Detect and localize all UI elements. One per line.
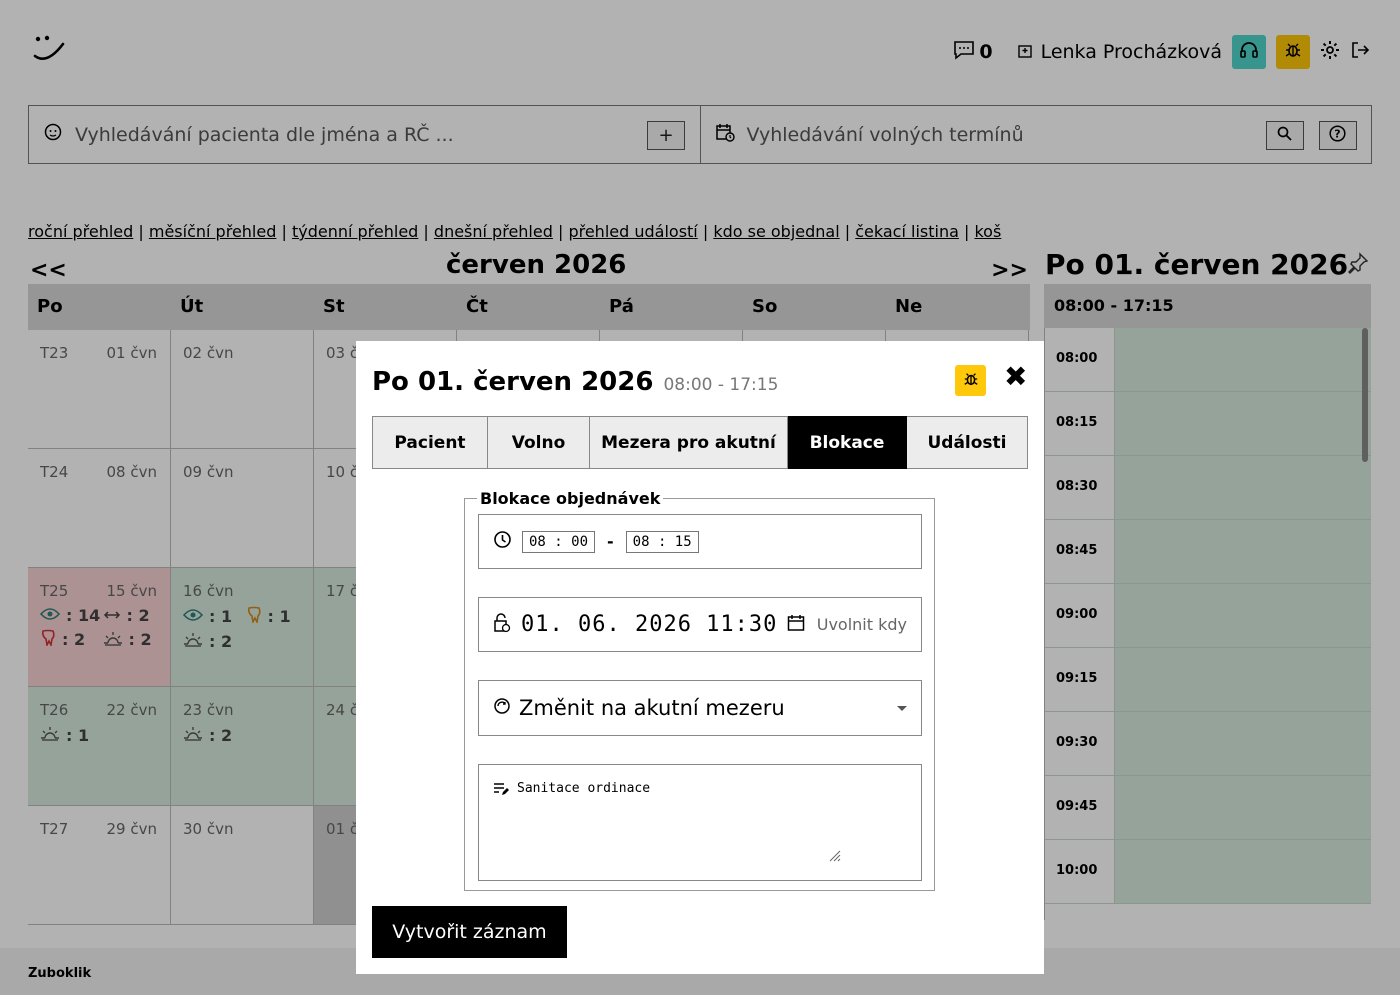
lock-clock-icon	[493, 612, 511, 637]
time-dash: -	[607, 532, 614, 551]
chevron-down-icon	[897, 705, 907, 711]
release-datetime-value[interactable]: 01. 06. 2026 11:30	[521, 612, 777, 637]
dialog-title: Po 01. červen 2026 08:00 - 17:15	[372, 367, 779, 397]
create-record-dialog: Po 01. červen 2026 08:00 - 17:15 ✖ Pacien…	[356, 341, 1044, 974]
clock-icon	[493, 530, 512, 553]
convert-select[interactable]: Změnit na akutní mezeru	[478, 680, 922, 736]
tab-free[interactable]: Volno	[488, 416, 590, 469]
tab-patient[interactable]: Pacient	[372, 416, 488, 469]
time-to-input[interactable]: 08 : 15	[625, 530, 699, 553]
calendar-icon[interactable]	[787, 614, 805, 636]
tab-block[interactable]: Blokace	[788, 416, 907, 469]
tab-acute-gap[interactable]: Mezera pro akutní	[590, 416, 788, 469]
time-range-field: 08 : 00 - 08 : 15	[478, 514, 922, 569]
resize-handle-icon[interactable]	[829, 847, 841, 866]
create-record-button[interactable]: Vytvořit záznam	[372, 906, 567, 958]
dialog-bug-button[interactable]	[955, 365, 986, 396]
convert-select-value: Změnit na akutní mezeru	[519, 696, 785, 720]
dialog-tabs: Pacient Volno Mezera pro akutní Blokace …	[372, 416, 1028, 469]
fieldset-legend: Blokace objednávek	[480, 489, 661, 508]
release-datetime-field[interactable]: 01. 06. 2026 11:30 Uvolnit kdy	[478, 597, 922, 652]
close-icon[interactable]: ✖	[1004, 363, 1027, 391]
tab-events[interactable]: Události	[907, 416, 1028, 469]
release-label: Uvolnit kdy	[816, 615, 907, 634]
refresh-icon	[493, 697, 511, 719]
dialog-time-range: 08:00 - 17:15	[663, 375, 779, 395]
bug-icon	[963, 371, 979, 391]
time-from-input[interactable]: 08 : 00	[522, 530, 596, 553]
edit-note-icon	[493, 781, 509, 800]
note-value: Sanitace ordinace	[517, 781, 651, 796]
note-textarea[interactable]: Sanitace ordinace	[478, 764, 922, 881]
